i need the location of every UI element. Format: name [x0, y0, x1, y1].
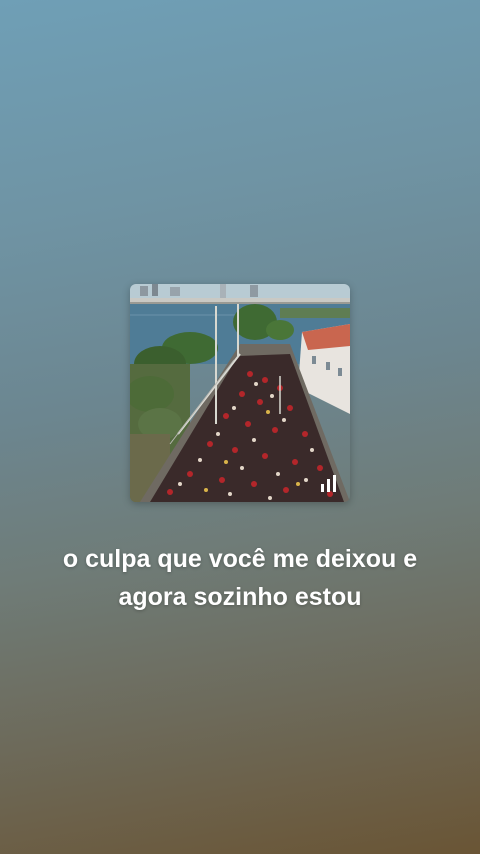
- album-artwork[interactable]: [130, 284, 350, 502]
- lyrics-screen: o culpa que você me deixou e agora sozin…: [0, 0, 480, 854]
- equalizer-bars-icon: [320, 474, 338, 492]
- lyrics-line: o culpa que você me deixou e agora sozin…: [62, 545, 418, 611]
